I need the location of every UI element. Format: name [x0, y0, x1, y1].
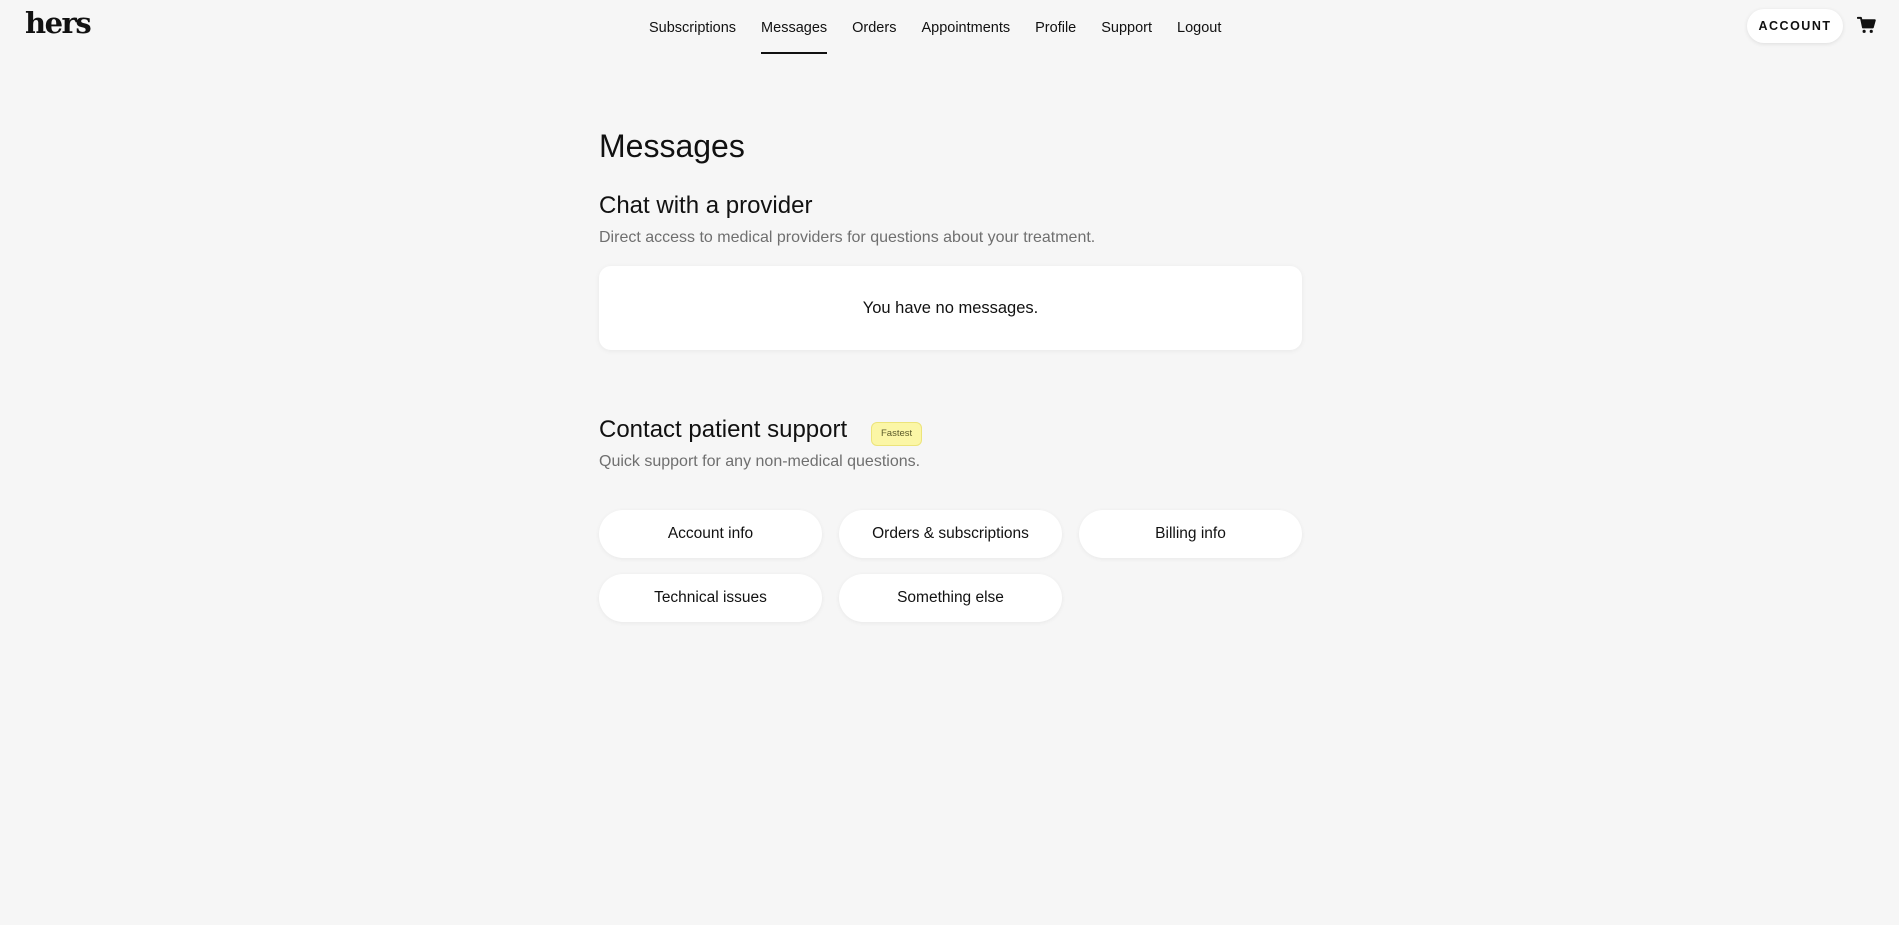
- chat-section-title: Chat with a provider: [599, 192, 813, 219]
- support-account-info-button[interactable]: Account info: [599, 510, 822, 558]
- nav-support[interactable]: Support: [1101, 0, 1152, 56]
- nav-profile[interactable]: Profile: [1035, 0, 1076, 56]
- support-section-subtitle: Quick support for any non-medical questi…: [599, 453, 921, 470]
- fastest-badge: Fastest: [871, 422, 923, 446]
- nav-appointments[interactable]: Appointments: [921, 0, 1010, 56]
- nav-logout[interactable]: Logout: [1177, 0, 1221, 56]
- support-section-title: Contact patient support: [599, 416, 848, 443]
- nav-subscriptions[interactable]: Subscriptions: [649, 0, 736, 56]
- chat-section-subtitle: Direct access to medical providers for q…: [599, 229, 1096, 246]
- nav-messages[interactable]: Messages: [761, 0, 828, 56]
- support-something-else-button[interactable]: Something else: [839, 574, 1062, 622]
- main-nav: Subscriptions Messages Orders Appointmen…: [649, 0, 1221, 56]
- support-orders-subscriptions-button[interactable]: Orders & subscriptions: [839, 510, 1062, 558]
- top-header: hers Subscriptions Messages Orders Appoi…: [0, 0, 1899, 56]
- hers-logo[interactable]: hers: [25, 6, 92, 40]
- account-button[interactable]: ACCOUNT: [1747, 9, 1843, 43]
- support-billing-info-button[interactable]: Billing info: [1079, 510, 1302, 558]
- nav-orders[interactable]: Orders: [852, 0, 896, 56]
- messages-empty-card: You have no messages.: [599, 266, 1302, 350]
- shopping-cart-icon[interactable]: [1857, 16, 1876, 34]
- no-messages-text: You have no messages.: [862, 298, 1039, 317]
- support-technical-issues-button[interactable]: Technical issues: [599, 574, 822, 622]
- page-title: Messages: [599, 128, 745, 164]
